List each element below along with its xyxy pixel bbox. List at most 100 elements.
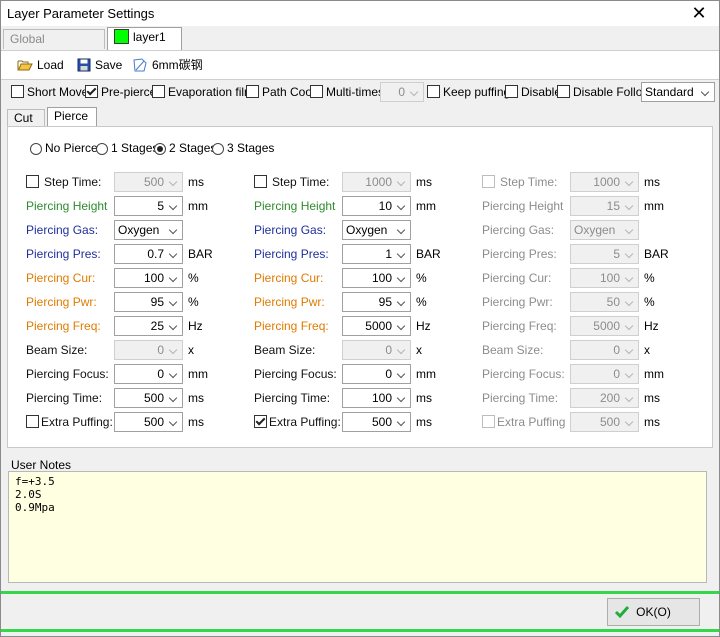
step-time-select-2[interactable]: 1000: [342, 172, 411, 192]
multi-times-select[interactable]: 0: [380, 82, 424, 102]
piercing-cur-select-2[interactable]: 100: [342, 268, 411, 288]
piercing-pres-select-1[interactable]: 0.7: [114, 244, 183, 264]
piercing-pres-unit-2: BAR: [416, 247, 441, 261]
piercing-height-select-3[interactable]: 15: [570, 196, 639, 216]
keep-puffing-checkbox[interactable]: Keep puffing: [427, 85, 510, 99]
disable-follow-checkbox[interactable]: Disable Follow: [557, 85, 651, 99]
step-time-select-3[interactable]: 1000: [570, 172, 639, 192]
piercing-cur-select-1[interactable]: 100: [114, 268, 183, 288]
accent-line-bottom: [1, 629, 719, 632]
checkbox-box: [152, 85, 165, 98]
piercing-pwr-select-2[interactable]: 95: [342, 292, 411, 312]
piercing-cur-unit-2: %: [416, 271, 427, 285]
piercing-pwr-label-2: Piercing Pwr:: [254, 295, 325, 309]
select-value: 5000: [365, 319, 392, 333]
tab-global-parameter[interactable]: Global Parameter: [3, 29, 105, 65]
extra-puffing-checkbox-1[interactable]: [26, 415, 39, 428]
piercing-time-select-1[interactable]: 500: [114, 388, 183, 408]
checkbox-label: Disable: [521, 85, 562, 99]
select-value: 5000: [593, 319, 620, 333]
extra-puffing-select-3[interactable]: 500: [570, 412, 639, 432]
piercing-pres-select-3[interactable]: 5: [570, 244, 639, 264]
piercing-focus-select-1[interactable]: 0: [114, 364, 183, 384]
chevron-down-icon: [622, 293, 638, 311]
select-value: 1000: [365, 175, 392, 189]
piercing-freq-unit-3: Hz: [644, 319, 659, 333]
piercing-gas-select-3[interactable]: Oxygen: [570, 220, 639, 240]
piercing-height-label-1: Piercing Height: [26, 199, 108, 213]
piercing-focus-label-2: Piercing Focus:: [254, 367, 337, 381]
close-icon[interactable]: ✕: [679, 1, 719, 26]
short-move-checkbox[interactable]: Short Move: [11, 85, 88, 99]
select-value: 500: [599, 415, 620, 429]
tab-layer1[interactable]: layer1: [107, 27, 182, 51]
ok-button[interactable]: OK(O): [607, 598, 700, 626]
layer-color-swatch: [114, 29, 129, 44]
step-time-select-1[interactable]: 500: [114, 172, 183, 192]
tab-cut[interactable]: Cut: [7, 109, 45, 127]
select-value: 0: [385, 367, 392, 381]
step-time-checkbox-3[interactable]: [482, 175, 495, 188]
notes-scrollbar[interactable]: [707, 471, 717, 583]
piercing-gas-select-1[interactable]: Oxygen: [114, 220, 183, 240]
piercing-freq-select-1[interactable]: 25: [114, 316, 183, 336]
select-value: Oxygen: [574, 223, 616, 237]
step-time-checkbox-1[interactable]: [26, 175, 39, 188]
piercing-height-select-1[interactable]: 5: [114, 196, 183, 216]
mode-select[interactable]: Standard: [641, 82, 715, 102]
radio-no-pierce[interactable]: No Pierce: [30, 141, 98, 155]
piercing-freq-select-2[interactable]: 5000: [342, 316, 411, 336]
tab-pierce[interactable]: Pierce: [47, 107, 97, 128]
piercing-time-select-2[interactable]: 100: [342, 388, 411, 408]
piercing-pwr-select-3[interactable]: 50: [570, 292, 639, 312]
extra-puffing-checkbox-2[interactable]: [254, 415, 267, 428]
toolbar: Load Save 6mm碳钢: [1, 50, 719, 80]
select-value: 0: [157, 367, 164, 381]
beam-size-select-2[interactable]: 0: [342, 340, 411, 360]
radio-3-stages[interactable]: 3 Stages: [212, 141, 274, 155]
extra-puffing-select-2[interactable]: 500: [342, 412, 411, 432]
load-button[interactable]: Load: [17, 57, 64, 73]
folder-open-icon: [17, 60, 33, 71]
save-button[interactable]: Save: [77, 57, 122, 73]
radio-circle: [96, 143, 108, 155]
piercing-time-select-3[interactable]: 200: [570, 388, 639, 408]
piercing-focus-unit-2: mm: [416, 367, 436, 381]
radio-2-stages[interactable]: 2 Stages: [154, 141, 216, 155]
step-time-unit-1: ms: [188, 175, 204, 189]
piercing-focus-select-2[interactable]: 0: [342, 364, 411, 384]
select-value: 500: [143, 391, 164, 405]
piercing-pres-select-2[interactable]: 1: [342, 244, 411, 264]
piercing-focus-unit-3: mm: [644, 367, 664, 381]
checkbox-label: Evaporation film: [168, 85, 255, 99]
checkbox-box: [85, 85, 98, 98]
extra-puffing-select-1[interactable]: 500: [114, 412, 183, 432]
chevron-down-icon: [394, 245, 410, 263]
beam-size-select-3[interactable]: 0: [570, 340, 639, 360]
step-time-checkbox-2[interactable]: [254, 175, 267, 188]
beam-size-select-1[interactable]: 0: [114, 340, 183, 360]
path-cool-checkbox[interactable]: Path Cool: [246, 85, 315, 99]
radio-1-stages[interactable]: 1 Stages: [96, 141, 158, 155]
select-value: 95: [378, 295, 392, 309]
piercing-gas-select-2[interactable]: Oxygen: [342, 220, 411, 240]
select-value: 100: [371, 271, 392, 285]
user-notes-textarea[interactable]: f=+3.5 2.0S 0.9Mpa: [8, 471, 707, 583]
piercing-focus-select-3[interactable]: 0: [570, 364, 639, 384]
piercing-height-select-2[interactable]: 10: [342, 196, 411, 216]
piercing-time-unit-3: ms: [644, 391, 660, 405]
select-value: 95: [150, 295, 164, 309]
file-name-button[interactable]: 6mm碳钢: [132, 57, 203, 73]
disable-checkbox[interactable]: Disable: [505, 85, 561, 99]
pre-pierce-checkbox[interactable]: Pre-pierce: [85, 85, 156, 99]
piercing-freq-select-3[interactable]: 5000: [570, 316, 639, 336]
checkbox-label: Path Cool: [262, 85, 315, 99]
tab-label: Cut: [14, 111, 33, 125]
extra-puffing-checkbox-3[interactable]: [482, 415, 495, 428]
multi-times-checkbox[interactable]: Multi-times: [310, 85, 384, 99]
evaporation-film-checkbox[interactable]: Evaporation film: [152, 85, 254, 99]
piercing-cur-select-3[interactable]: 100: [570, 268, 639, 288]
radio-circle: [154, 143, 166, 155]
piercing-pwr-select-1[interactable]: 95: [114, 292, 183, 312]
piercing-freq-label-1: Piercing Freq:: [26, 319, 101, 333]
